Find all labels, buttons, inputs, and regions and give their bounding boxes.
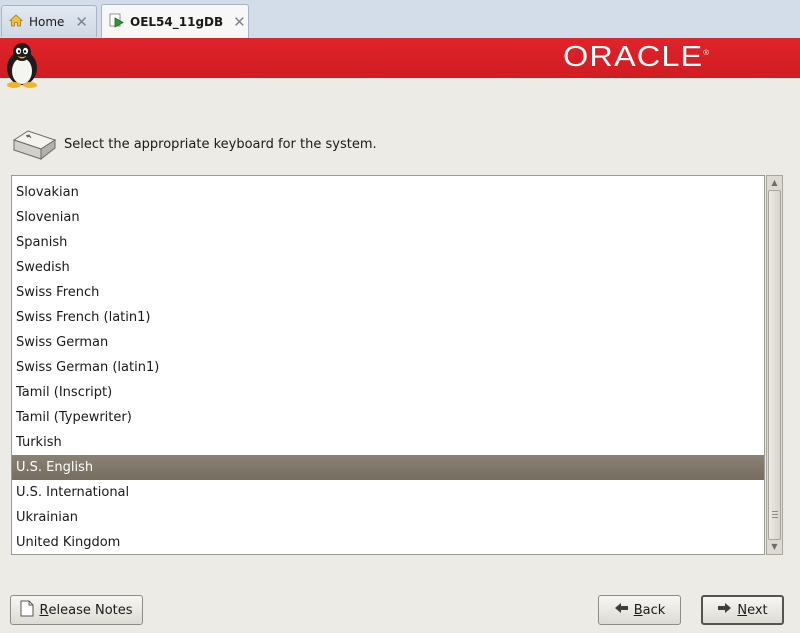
- back-mnemonic: B: [633, 602, 643, 618]
- list-item[interactable]: U.S. English: [12, 455, 764, 480]
- list-item[interactable]: Swiss French: [12, 280, 764, 305]
- keyboard-list[interactable]: Slovakian Slovenian Spanish Swedish Swiss Fr…: [11, 175, 765, 555]
- oracle-logo: ORACLE®: [563, 41, 711, 73]
- close-icon[interactable]: ✕: [233, 13, 246, 31]
- list-item[interactable]: Swiss German (latin1): [12, 355, 764, 380]
- home-icon: [8, 13, 24, 30]
- tab-vm-label: OEL54_11gDB: [130, 14, 224, 29]
- list-item[interactable]: U.S. International: [12, 480, 764, 505]
- back-button[interactable]: Back: [598, 595, 681, 625]
- keyboard-list-items: Slovakian Slovenian Spanish Swedish Swiss Fr…: [12, 180, 764, 554]
- release-notes-label: elease Notes: [48, 602, 133, 618]
- tux-penguin-icon: [2, 40, 42, 88]
- list-item[interactable]: Swedish: [12, 255, 764, 280]
- list-item[interactable]: Slovenian: [12, 205, 764, 230]
- list-item[interactable]: Ukrainian: [12, 505, 764, 530]
- vm-play-icon: [109, 13, 124, 31]
- next-label: ext: [747, 602, 768, 618]
- arrow-right-icon: [717, 602, 732, 618]
- release-notes-mnemonic: R: [39, 602, 49, 618]
- list-scrollbar[interactable]: ▲ ▼: [766, 175, 783, 555]
- document-icon: [20, 600, 34, 621]
- list-item[interactable]: Swiss German: [12, 330, 764, 355]
- list-item[interactable]: Tamil (Typewriter): [12, 405, 764, 430]
- grip-icon: [772, 511, 778, 520]
- list-item[interactable]: Spanish: [12, 230, 764, 255]
- list-item[interactable]: Slovakian: [12, 180, 764, 205]
- tab-vm[interactable]: OEL54_11gDB ✕: [101, 4, 249, 38]
- arrow-left-icon: [614, 602, 629, 618]
- list-item[interactable]: Tamil (Inscript): [12, 380, 764, 405]
- next-mnemonic: N: [737, 602, 748, 618]
- list-item[interactable]: Turkish: [12, 430, 764, 455]
- back-label: ack: [642, 602, 666, 618]
- next-button[interactable]: Next: [701, 595, 784, 625]
- list-item[interactable]: United Kingdom: [12, 530, 764, 554]
- release-notes-button[interactable]: Release Notes: [10, 595, 143, 625]
- tab-home[interactable]: Home ✕: [1, 5, 97, 37]
- list-item[interactable]: Swiss French (latin1): [12, 305, 764, 330]
- tab-home-label: Home: [29, 14, 65, 29]
- scrollbar-thumb[interactable]: [768, 190, 781, 540]
- scroll-down-icon[interactable]: ▼: [768, 541, 781, 553]
- close-icon[interactable]: ✕: [75, 13, 88, 31]
- tab-bar: Home ✕ OEL54_11gDB ✕: [0, 0, 800, 39]
- keyboard-key-icon: [11, 128, 57, 162]
- prompt-text: Select the appropriate keyboard for the …: [64, 137, 377, 152]
- scroll-up-icon[interactable]: ▲: [768, 177, 781, 189]
